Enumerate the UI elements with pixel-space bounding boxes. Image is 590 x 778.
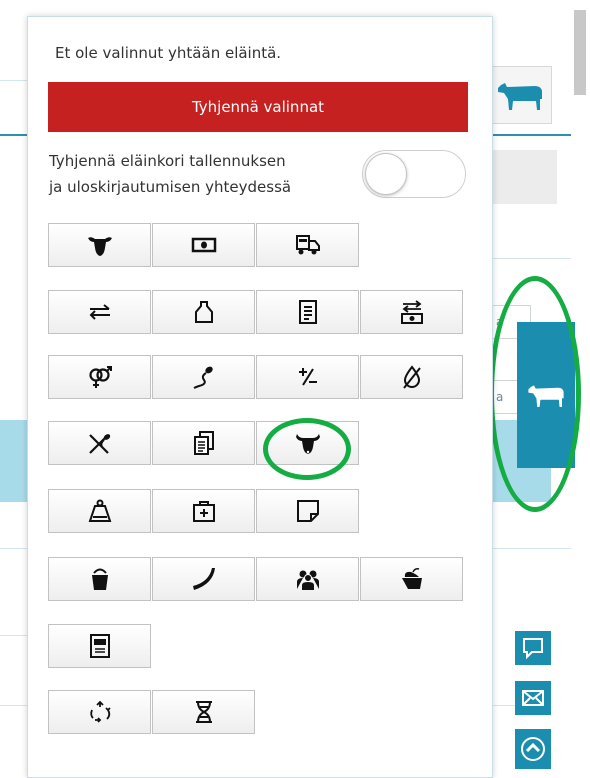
truck-icon xyxy=(295,235,320,255)
money-transfer-icon xyxy=(400,300,423,324)
truck-button[interactable] xyxy=(256,223,359,267)
feed-button[interactable] xyxy=(360,557,463,601)
group-button[interactable] xyxy=(256,557,359,601)
gender-button[interactable] xyxy=(48,355,151,399)
cow-head-icon xyxy=(295,434,320,454)
icon-button-row xyxy=(48,489,360,535)
first-aid-kit-icon xyxy=(192,501,215,522)
plus-minus-icon xyxy=(298,368,317,386)
mail-icon xyxy=(522,690,544,706)
icon-button-row xyxy=(48,355,464,401)
icon-button-row xyxy=(48,557,464,603)
clear-selections-button[interactable]: Tyhjennä valinnat xyxy=(48,82,468,132)
divider xyxy=(491,258,571,259)
icon-button-row xyxy=(48,290,464,336)
toggle-label-line: Tyhjennä eläinkori tallennuksen xyxy=(49,152,286,170)
group-icon xyxy=(296,570,319,590)
divider xyxy=(0,548,27,549)
sperm-icon xyxy=(193,366,213,389)
dna-button[interactable] xyxy=(152,690,255,734)
speech-bubble-icon xyxy=(523,638,543,660)
cow-icon xyxy=(498,83,542,110)
animal-card-icon xyxy=(89,634,110,658)
toggle-knob[interactable] xyxy=(365,153,407,195)
documents-button[interactable] xyxy=(152,421,255,465)
divider xyxy=(491,134,571,136)
no-drop-icon xyxy=(402,365,421,389)
swap-button[interactable] xyxy=(48,290,151,334)
recycle-icon xyxy=(89,700,111,723)
plus-minus-button[interactable] xyxy=(256,355,359,399)
icon-button-row xyxy=(48,421,360,467)
chevron-up-icon xyxy=(521,737,545,761)
no-insemination-icon xyxy=(88,434,110,454)
weight-tag-icon xyxy=(194,301,213,323)
animal-card-button[interactable] xyxy=(48,624,151,668)
top-bar xyxy=(0,0,574,10)
scale-weight-button[interactable] xyxy=(48,489,151,533)
horn-button[interactable] xyxy=(152,557,255,601)
note-button[interactable] xyxy=(256,489,359,533)
scroll-top-button[interactable] xyxy=(515,729,551,769)
document-button[interactable] xyxy=(256,290,359,334)
divider xyxy=(0,705,27,706)
swap-arrows-icon xyxy=(89,304,110,320)
first-aid-button[interactable] xyxy=(152,489,255,533)
icon-button-row xyxy=(48,624,152,670)
cow-button[interactable] xyxy=(488,66,552,124)
divider xyxy=(491,705,515,706)
horn-icon xyxy=(192,568,215,590)
dna-icon xyxy=(195,701,212,723)
recycle-button[interactable] xyxy=(48,690,151,734)
icon-button-row xyxy=(48,690,256,736)
toggle-label-line: ja uloskirjautumisen yhteydessä xyxy=(49,178,292,196)
note-icon xyxy=(296,500,319,522)
gender-icon xyxy=(88,366,112,388)
weight-tag-button[interactable] xyxy=(152,290,255,334)
message-button[interactable] xyxy=(515,681,551,715)
icon-button-row xyxy=(48,223,360,269)
banknote-button[interactable] xyxy=(152,223,255,267)
feed-icon xyxy=(401,568,422,589)
cow-head-button[interactable] xyxy=(256,421,359,465)
banknote-icon xyxy=(191,237,216,253)
highlight-row xyxy=(0,420,27,502)
feedback-button[interactable] xyxy=(515,631,551,665)
clear-basket-toggle[interactable] xyxy=(362,150,466,198)
bucket-icon xyxy=(91,568,108,590)
annotation-circle xyxy=(489,276,581,512)
divider xyxy=(0,134,27,136)
scrollbar-thumb[interactable] xyxy=(574,10,586,95)
no-drop-button[interactable] xyxy=(360,355,463,399)
background-panel xyxy=(491,150,557,204)
scale-weight-icon xyxy=(88,499,111,522)
no-insemination-button[interactable] xyxy=(48,421,151,465)
animal-head-button[interactable] xyxy=(48,223,151,267)
divider xyxy=(0,635,27,636)
documents-icon xyxy=(193,431,214,455)
divider xyxy=(0,80,30,81)
animal-head-icon xyxy=(87,237,112,256)
sperm-button[interactable] xyxy=(152,355,255,399)
bucket-button[interactable] xyxy=(48,557,151,601)
money-transfer-button[interactable] xyxy=(360,290,463,334)
document-icon xyxy=(298,300,317,324)
basket-info-text: Et ole valinnut yhtään eläintä. xyxy=(55,44,282,62)
divider xyxy=(491,548,571,549)
toggle-label: Tyhjennä eläinkori tallennuksen ja ulosk… xyxy=(49,148,354,200)
